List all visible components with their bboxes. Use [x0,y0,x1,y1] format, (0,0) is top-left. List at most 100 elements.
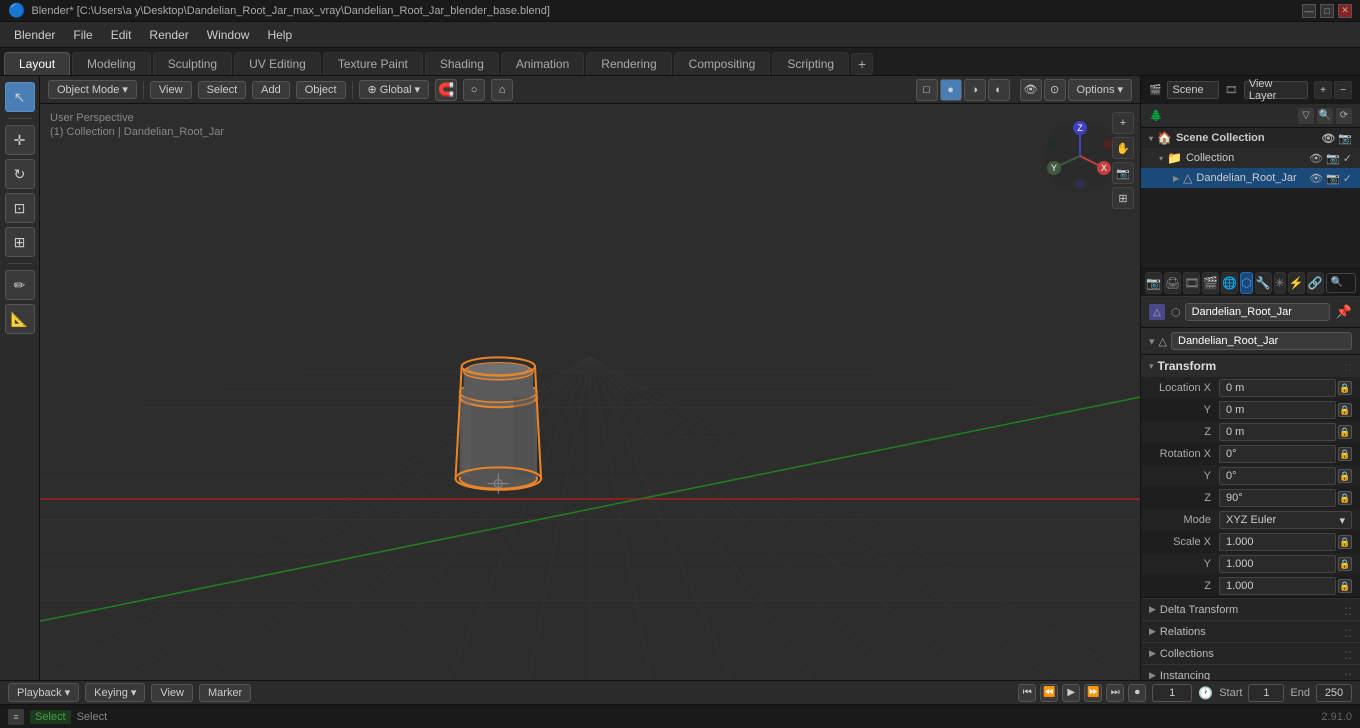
render-visibility-btn[interactable]: 📷 [1338,132,1352,145]
location-z-lock[interactable]: 🔒 [1338,425,1352,439]
menu-file[interactable]: File [65,26,100,44]
select-cursor-tool[interactable]: ↖ [5,82,35,112]
frame-jump-start-btn[interactable]: ⏮ [1018,684,1036,702]
prop-tab-scene[interactable]: 🎬 [1202,272,1219,294]
move-tool[interactable]: ✛ [5,125,35,155]
play-btn[interactable]: ▶ [1062,684,1080,702]
playback-menu[interactable]: Playback ▾ [8,683,79,702]
add-menu[interactable]: Add [252,81,290,99]
location-z-field[interactable]: 0 m [1219,423,1336,441]
scene-name-field[interactable]: Scene [1167,81,1219,99]
transform-header[interactable]: ▾ Transform :: [1141,355,1360,377]
props-search-box[interactable]: 🔍 [1326,273,1356,293]
menu-edit[interactable]: Edit [103,26,140,44]
prop-tab-physics[interactable]: ⚡ [1288,272,1305,294]
shading-solid-btn[interactable]: ● [940,79,962,101]
outliner-sync-btn[interactable]: ⟳ [1336,108,1352,124]
object-eye-btn[interactable]: 👁 [1309,172,1323,185]
collection-check-btn[interactable]: ✓ [1343,152,1352,165]
zoom-in-btn[interactable]: + [1112,112,1134,134]
scale-y-lock[interactable]: 🔒 [1338,557,1352,571]
object-mode-dropdown[interactable]: Object Mode ▾ [48,80,137,99]
prop-tab-output[interactable]: 🖨 [1164,272,1181,294]
select-menu[interactable]: Select [198,81,247,99]
scene-collection-item[interactable]: ▾ 🏠 Scene Collection 👁 📷 [1141,128,1360,148]
object-name-field[interactable]: Dandelian_Root_Jar [1185,303,1330,321]
maximize-button[interactable]: □ [1320,4,1334,18]
nav-gizmo[interactable]: Z X Y [1040,116,1120,196]
tab-shading[interactable]: Shading [425,52,499,75]
remove-viewlayer-btn[interactable]: − [1334,81,1352,99]
view-menu[interactable]: View [150,81,192,99]
xray-btn[interactable]: ⊙ [1044,79,1066,101]
menu-blender[interactable]: Blender [6,26,63,44]
tab-uv-editing[interactable]: UV Editing [234,52,321,75]
tab-modeling[interactable]: Modeling [72,52,151,75]
tab-texture-paint[interactable]: Texture Paint [323,52,423,75]
collections-section[interactable]: ▶ Collections :: [1141,642,1360,664]
measure-tool[interactable]: 📐 [5,304,35,334]
scale-z-lock[interactable]: 🔒 [1338,579,1352,593]
rotate-tool[interactable]: ↻ [5,159,35,189]
data-name-field[interactable]: Dandelian_Root_Jar [1171,332,1352,350]
start-frame-field[interactable]: 1 [1248,684,1284,702]
rotation-y-lock[interactable]: 🔒 [1338,469,1352,483]
scale-y-field[interactable]: 1.000 [1219,555,1336,573]
scale-x-lock[interactable]: 🔒 [1338,535,1352,549]
location-y-field[interactable]: 0 m [1219,401,1336,419]
rotation-z-lock[interactable]: 🔒 [1338,491,1352,505]
tab-compositing[interactable]: Compositing [674,52,771,75]
outliner-search-btn[interactable]: 🔍 [1317,108,1333,124]
keying-menu[interactable]: Keying ▾ [85,683,145,702]
prop-tab-render[interactable]: 📷 [1145,272,1162,294]
title-controls[interactable]: — □ ✕ [1302,4,1352,18]
tab-rendering[interactable]: Rendering [586,52,671,75]
proportional-edit-btn[interactable]: ○ [463,79,485,101]
record-keyframe-btn[interactable]: ⏺ [1128,684,1146,702]
end-frame-field[interactable]: 250 [1316,684,1352,702]
pan-btn[interactable]: ✋ [1112,137,1134,159]
shading-render-btn[interactable]: ◐ [988,79,1010,101]
instancing-section[interactable]: ▶ Instancing :: [1141,664,1360,680]
object-render-btn[interactable]: 📷 [1326,172,1340,185]
options-button[interactable]: Options ▾ [1068,79,1132,101]
visibility-btn[interactable]: 👁 [1321,132,1335,145]
prop-tab-world[interactable]: 🌐 [1221,272,1238,294]
menu-render[interactable]: Render [141,26,196,44]
tab-scripting[interactable]: Scripting [772,52,849,75]
location-x-field[interactable]: 0 m [1219,379,1336,397]
tab-animation[interactable]: Animation [501,52,584,75]
relations-section[interactable]: ▶ Relations :: [1141,620,1360,642]
menu-window[interactable]: Window [199,26,258,44]
scale-z-field[interactable]: 1.000 [1219,577,1336,595]
viewport-overlays-btn[interactable]: 👁 [1020,79,1042,101]
marker-menu[interactable]: Marker [199,684,251,702]
transform-tool[interactable]: ⊞ [5,227,35,257]
current-frame-field[interactable]: 1 [1152,684,1192,702]
prop-tab-object[interactable]: ⬡ [1240,272,1252,294]
add-viewlayer-btn[interactable]: + [1314,81,1332,99]
shading-material-btn[interactable]: ◑ [964,79,986,101]
shading-wireframe-btn[interactable]: □ [916,79,938,101]
scale-tool[interactable]: ⊡ [5,193,35,223]
prop-tab-constraints[interactable]: 🔗 [1307,272,1324,294]
close-button[interactable]: ✕ [1338,4,1352,18]
render-region-btn[interactable]: ⊞ [1112,187,1134,209]
rotation-y-field[interactable]: 0° [1219,467,1336,485]
delta-transform-section[interactable]: ▶ Delta Transform :: [1141,598,1360,620]
viewport[interactable]: Object Mode ▾ View Select Add Object ⊕ G… [40,76,1140,680]
camera-view-btn[interactable]: 📷 [1112,162,1134,184]
object-item[interactable]: ▶ △ Dandelian_Root_Jar 👁 📷 ✓ [1141,168,1360,188]
location-y-lock[interactable]: 🔒 [1338,403,1352,417]
rotation-z-field[interactable]: 90° [1219,489,1336,507]
frame-prev-btn[interactable]: ⏪ [1040,684,1058,702]
view-layer-name-field[interactable]: View Layer [1244,81,1308,99]
prop-tab-particles[interactable]: ✳ [1274,272,1286,294]
snap-settings-btn[interactable]: ⌂ [491,79,513,101]
prop-tab-viewlayer[interactable]: 🎞 [1183,272,1200,294]
snap-icon-btn[interactable]: 🧲 [435,79,457,101]
tab-layout[interactable]: Layout [4,52,70,75]
frame-jump-end-btn[interactable]: ⏭ [1106,684,1124,702]
prop-tab-modifier[interactable]: 🔧 [1255,272,1272,294]
location-x-lock[interactable]: 🔒 [1338,381,1352,395]
